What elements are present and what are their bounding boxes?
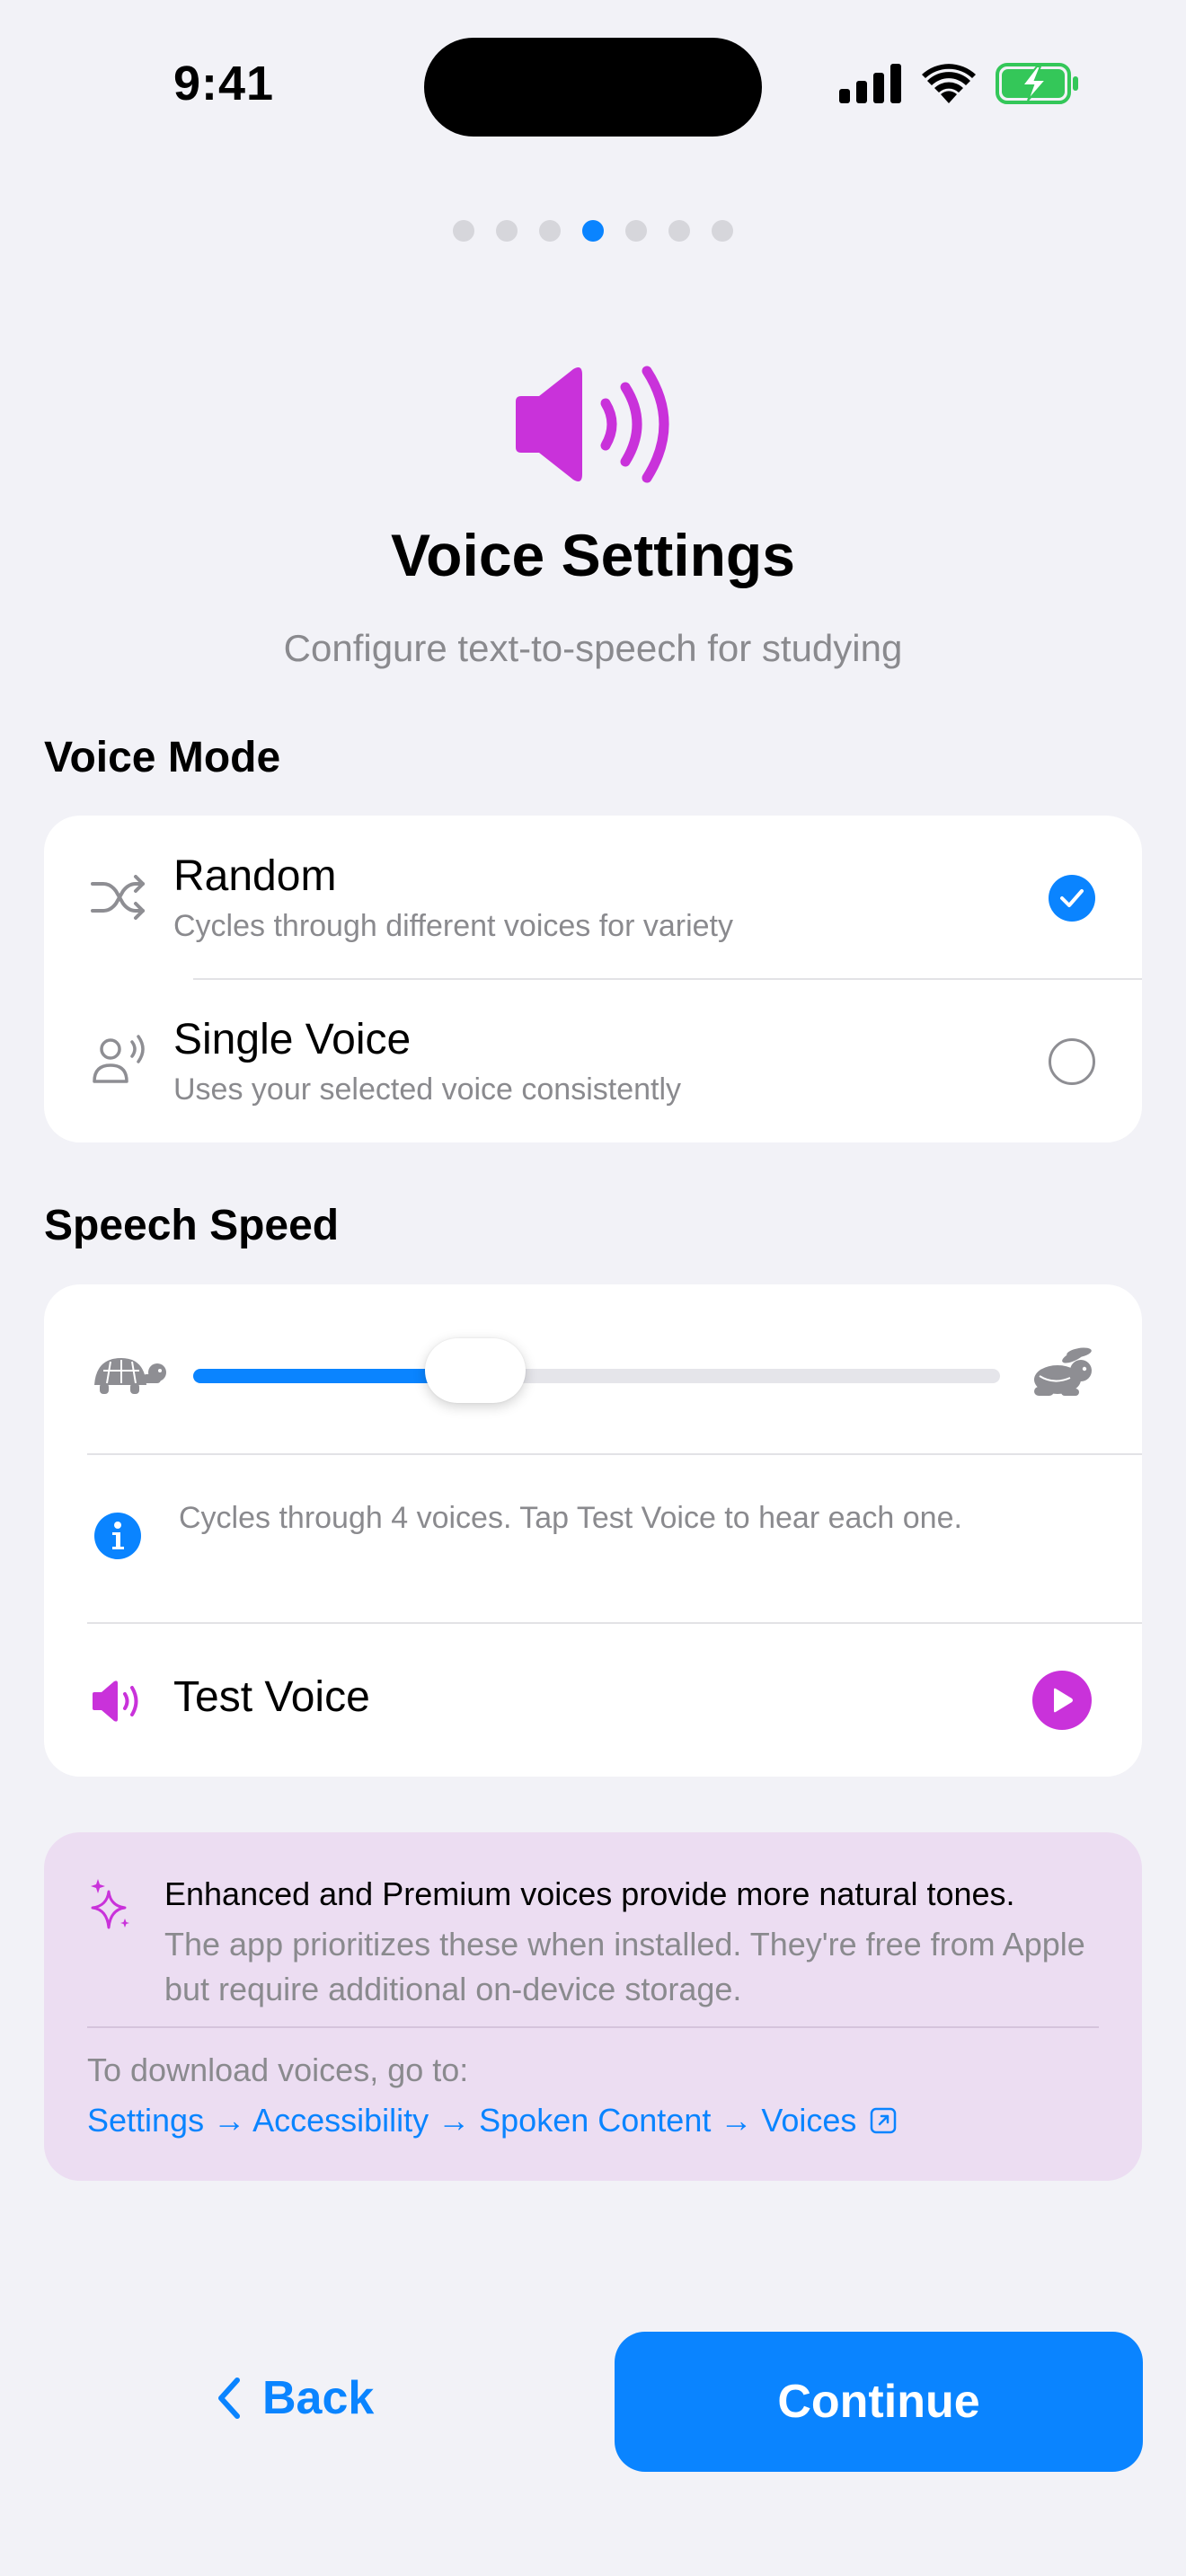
test-voice-play-button[interactable]: [1032, 1671, 1092, 1730]
page-indicator: [0, 220, 1186, 242]
tip-body: The app prioritizes these when installed…: [164, 1926, 1085, 2007]
external-link-icon: [871, 2107, 897, 2134]
person-voice-icon: [93, 1035, 145, 1083]
single-voice-option-subtitle: Uses your selected voice consistently: [173, 1072, 682, 1107]
single-voice-option-title: Single Voice: [173, 1016, 412, 1063]
play-icon: [1054, 1688, 1073, 1713]
continue-button[interactable]: Continue: [615, 2332, 1143, 2472]
page-dot: [539, 220, 561, 242]
settings-path-link[interactable]: Settings → Accessibility → Spoken Conten…: [87, 2102, 898, 2139]
page-subtitle: Configure text-to-speech for studying: [283, 627, 903, 669]
tip-title: Enhanced and Premium voices provide more…: [164, 1875, 1015, 1912]
info-circle-icon: [94, 1513, 141, 1559]
status-icons: [839, 63, 1080, 104]
dynamic-island: [424, 38, 762, 137]
voice-mode-card: Random Cycles through different voices f…: [44, 816, 1142, 1142]
speed-slider[interactable]: [193, 1369, 1000, 1383]
page-dot: [712, 220, 733, 242]
voice-cycle-info: Cycles through 4 voices. Tap Test Voice …: [179, 1501, 962, 1535]
cellular-signal-icon: [839, 64, 901, 103]
divider: [87, 1453, 1142, 1455]
hare-icon: [1034, 1347, 1092, 1396]
voice-mode-header: Voice Mode: [44, 734, 281, 781]
tortoise-icon: [94, 1358, 166, 1394]
status-time: 9:41: [173, 57, 275, 110]
download-voices-label: To download voices, go to:: [87, 2051, 469, 2088]
back-button[interactable]: Back: [216, 2371, 374, 2425]
page-dot-active: [582, 220, 604, 242]
chevron-left-icon: [218, 2378, 240, 2419]
checkmark-icon: [1060, 889, 1084, 907]
tip-divider: [87, 2026, 1099, 2028]
speed-slider-thumb[interactable]: [425, 1338, 527, 1403]
settings-path-text: Settings → Accessibility → Spoken Conten…: [87, 2102, 857, 2139]
page-dot: [496, 220, 518, 242]
voices-tip-card: Enhanced and Premium voices provide more…: [44, 1832, 1142, 2181]
speech-speed-card: Cycles through 4 voices. Tap Test Voice …: [44, 1284, 1142, 1777]
test-voice-row[interactable]: Test Voice: [44, 1624, 1142, 1777]
page-dot: [625, 220, 647, 242]
shuffle-icon: [91, 875, 145, 920]
random-option-title: Random: [173, 852, 337, 900]
speaker-small-icon: [93, 1681, 138, 1722]
page-dot: [453, 220, 474, 242]
speech-speed-header: Speech Speed: [44, 1202, 340, 1249]
back-button-label: Back: [262, 2372, 375, 2424]
page-dot: [668, 220, 690, 242]
wifi-icon: [922, 64, 976, 103]
continue-button-label: Continue: [777, 2376, 980, 2428]
battery-charging-icon: [996, 63, 1078, 104]
sparkles-icon: [91, 1879, 129, 1929]
test-voice-label: Test Voice: [173, 1673, 370, 1721]
voice-mode-option-single[interactable]: Single Voice Uses your selected voice co…: [44, 979, 1142, 1142]
speaker-wave-icon: [516, 366, 669, 483]
random-option-subtitle: Cycles through different voices for vari…: [173, 909, 733, 943]
voice-mode-option-random[interactable]: Random Cycles through different voices f…: [44, 816, 1142, 979]
random-radio-checked[interactable]: [1049, 875, 1095, 922]
page-title: Voice Settings: [391, 522, 795, 588]
single-voice-radio-unchecked[interactable]: [1049, 1038, 1095, 1085]
